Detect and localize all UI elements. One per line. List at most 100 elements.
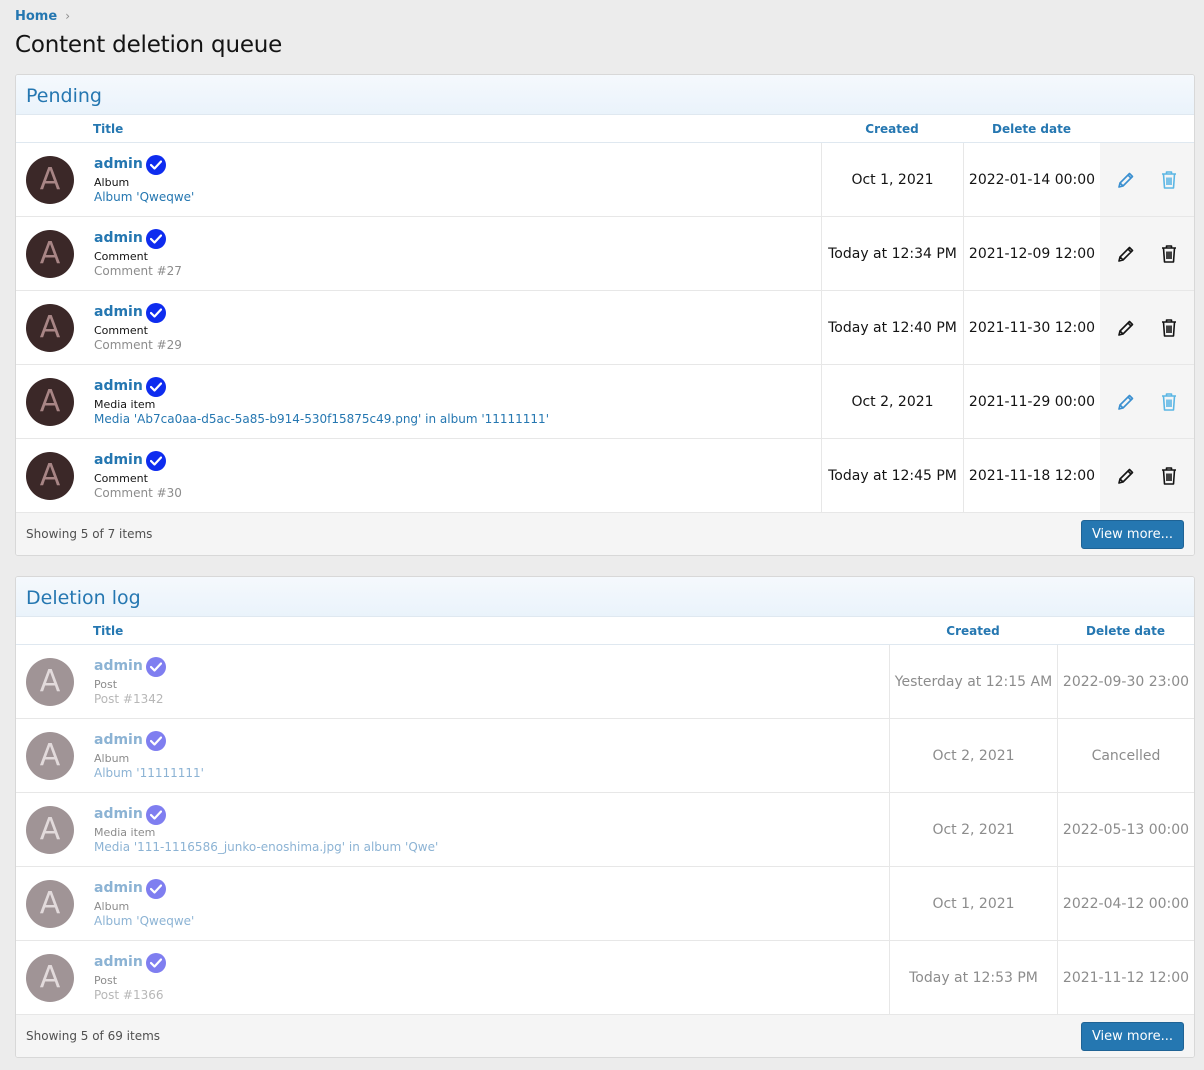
row-title-cell: Aadmin Media item Media '111-1116586_junko… — [16, 793, 889, 866]
content-type: Post — [94, 677, 118, 691]
table-row: Aadmin Post Post #1366 Today at 12:53 PM 202… — [16, 941, 1194, 1015]
verified-check-icon — [145, 878, 166, 899]
row-title-cell: Aadmin Album Album 'Qweqwe' — [16, 867, 889, 940]
row-title-cell: Aadmin Album Album 'Qweqwe' — [16, 143, 821, 216]
avatar[interactable]: A — [26, 451, 74, 500]
delete-date: 2021-11-29 00:00 — [963, 365, 1100, 438]
trash-icon[interactable] — [1157, 316, 1181, 340]
avatar[interactable]: A — [26, 731, 74, 780]
pencil-icon[interactable] — [1114, 242, 1138, 266]
username-link[interactable]: admin — [94, 450, 182, 471]
username-link[interactable]: admin — [94, 952, 166, 973]
username[interactable]: admin — [94, 806, 143, 823]
verified-check-icon — [145, 952, 166, 973]
username-link[interactable]: admin — [94, 228, 182, 249]
deletion-log-heading: Deletion log — [16, 577, 1194, 617]
avatar[interactable]: A — [26, 377, 74, 426]
row-meta: admin Post Post #1366 — [94, 952, 166, 1003]
created-date: Today at 12:34 PM — [821, 217, 963, 290]
row-title-cell: Aadmin Album Album '11111111' — [16, 719, 889, 792]
created-date: Today at 12:45 PM — [821, 439, 963, 512]
row-meta: admin Comment Comment #29 — [94, 302, 182, 353]
content-type: Comment — [94, 249, 148, 263]
username-link[interactable]: admin — [94, 730, 204, 751]
content-link[interactable]: Media 'Ab7ca0aa-d5ac-5a85-b914-530f15875… — [94, 412, 549, 426]
column-delete-date: Delete date — [992, 121, 1071, 136]
breadcrumb-home-link[interactable]: Home — [15, 9, 57, 24]
content-type: Album — [94, 751, 130, 765]
content-type: Media item — [94, 825, 156, 839]
content-type: Album — [94, 899, 130, 913]
verified-check-icon — [145, 656, 166, 677]
verified-check-icon — [145, 376, 166, 397]
trash-icon[interactable] — [1157, 464, 1181, 488]
trash-icon[interactable] — [1157, 168, 1181, 192]
content-link[interactable]: Comment #30 — [94, 486, 182, 500]
pencil-icon[interactable] — [1114, 168, 1138, 192]
row-title-cell: Aadmin Comment Comment #30 — [16, 439, 821, 512]
username-link[interactable]: admin — [94, 376, 549, 397]
pending-footer: Showing 5 of 7 items View more... — [16, 513, 1194, 555]
delete-date: 2022-01-14 00:00 — [963, 143, 1100, 216]
log-view-more-button[interactable]: View more... — [1080, 1021, 1184, 1051]
delete-date: 2021-11-18 12:00 — [963, 439, 1100, 512]
delete-date: 2021-11-30 12:00 — [963, 291, 1100, 364]
content-link[interactable]: Album '11111111' — [94, 766, 204, 780]
row-title-cell: Aadmin Comment Comment #27 — [16, 217, 821, 290]
row-meta: admin Media item Media 'Ab7ca0aa-d5ac-5a85… — [94, 376, 549, 427]
created-date: Today at 12:53 PM — [889, 941, 1057, 1014]
username-link[interactable]: admin — [94, 804, 438, 825]
created-date: Oct 1, 2021 — [821, 143, 963, 216]
pencil-icon[interactable] — [1114, 316, 1138, 340]
username-link[interactable]: admin — [94, 656, 166, 677]
avatar[interactable]: A — [26, 229, 74, 278]
content-link[interactable]: Comment #27 — [94, 264, 182, 278]
pencil-icon[interactable] — [1114, 390, 1138, 414]
username[interactable]: admin — [94, 732, 143, 749]
avatar[interactable]: A — [26, 303, 74, 352]
content-link[interactable]: Comment #29 — [94, 338, 182, 352]
delete-date: 2022-09-30 23:00 — [1057, 645, 1194, 718]
username[interactable]: admin — [94, 230, 143, 247]
trash-icon[interactable] — [1157, 242, 1181, 266]
pencil-icon[interactable] — [1114, 464, 1138, 488]
username-link[interactable]: admin — [94, 878, 194, 899]
username-link[interactable]: admin — [94, 302, 182, 323]
trash-icon[interactable] — [1157, 390, 1181, 414]
username[interactable]: admin — [94, 378, 143, 395]
page: Home › Content deletion queue Pending Ti… — [0, 0, 1204, 1058]
content-link[interactable]: Album 'Qweqwe' — [94, 190, 194, 204]
avatar[interactable]: A — [26, 953, 74, 1002]
username[interactable]: admin — [94, 156, 143, 173]
table-row: Aadmin Comment Comment #30 Today at 12:45 P… — [16, 439, 1194, 513]
content-link[interactable]: Album 'Qweqwe' — [94, 914, 194, 928]
avatar[interactable]: A — [26, 879, 74, 928]
username[interactable]: admin — [94, 452, 143, 469]
row-actions — [1100, 365, 1194, 438]
avatar[interactable]: A — [26, 805, 74, 854]
content-link[interactable]: Media '111-1116586_junko-enoshima.jpg' i… — [94, 840, 438, 854]
row-title-cell: Aadmin Comment Comment #29 — [16, 291, 821, 364]
content-link[interactable]: Post #1366 — [94, 988, 166, 1002]
table-row: Aadmin Album Album 'Qweqwe' Oct 1, 2021 2022… — [16, 867, 1194, 941]
page-title: Content deletion queue — [15, 32, 283, 58]
row-meta: admin Media item Media '111-1116586_junko-… — [94, 804, 438, 855]
avatar[interactable]: A — [26, 657, 74, 706]
pending-block: Pending Title Created Delete date Aadmin… — [15, 74, 1195, 556]
pending-view-more-button[interactable]: View more... — [1080, 519, 1184, 549]
username[interactable]: admin — [94, 954, 143, 971]
username-link[interactable]: admin — [94, 154, 194, 175]
content-type: Comment — [94, 323, 148, 337]
username[interactable]: admin — [94, 658, 143, 675]
log-rows: Aadmin Post Post #1342 Yesterday at 12:15 A… — [16, 645, 1194, 1015]
delete-date: 2021-12-09 12:00 — [963, 217, 1100, 290]
username[interactable]: admin — [94, 304, 143, 321]
created-date: Oct 1, 2021 — [889, 867, 1057, 940]
table-row: Aadmin Media item Media '111-1116586_junko… — [16, 793, 1194, 867]
username[interactable]: admin — [94, 880, 143, 897]
chevron-right-icon: › — [65, 9, 70, 23]
content-link[interactable]: Post #1342 — [94, 692, 166, 706]
avatar[interactable]: A — [26, 155, 74, 204]
row-meta: admin Post Post #1342 — [94, 656, 166, 707]
pending-rows: Aadmin Album Album 'Qweqwe' Oct 1, 2021 2022… — [16, 143, 1194, 513]
